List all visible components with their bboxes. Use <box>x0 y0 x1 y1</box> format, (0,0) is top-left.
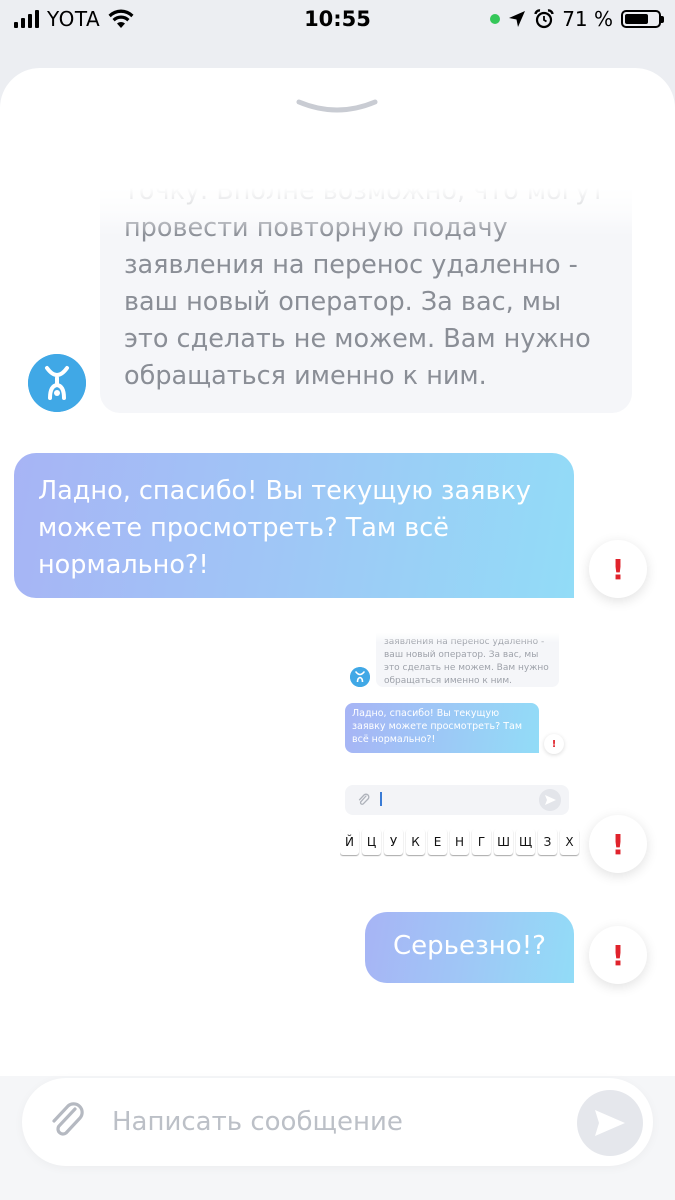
preview-keyboard-key: Щ <box>516 829 535 855</box>
preview-text-cursor <box>380 792 382 806</box>
outgoing-message-bubble: Серьезно!? <box>365 912 574 983</box>
outgoing-image-message[interactable]: заявления на перенос удаленно - ваш новы… <box>340 633 580 878</box>
sheet-handle-chevron-icon[interactable] <box>295 98 379 116</box>
preview-keyboard-key: Ц <box>362 829 381 855</box>
preview-keyboard-key: Х <box>560 829 579 855</box>
preview-keyboard-key: Е <box>428 829 447 855</box>
message-error-icon[interactable]: ! <box>589 540 647 598</box>
location-icon <box>509 11 526 27</box>
bot-avatar-icon <box>28 354 86 412</box>
send-button[interactable] <box>577 1090 643 1156</box>
preview-keyboard-key: Ш <box>494 829 513 855</box>
preview-keyboard-fade <box>340 865 580 878</box>
green-dot-icon <box>490 14 501 24</box>
alarm-icon <box>534 9 554 29</box>
preview-keyboard-key: Н <box>450 829 469 855</box>
preview-keyboard-key: У <box>384 829 403 855</box>
preview-send-icon <box>539 789 561 811</box>
preview-incoming-bubble: заявления на перенос удаленно - ваш новы… <box>376 633 559 687</box>
scroll-fade <box>100 188 632 236</box>
preview-keyboard-key: З <box>538 829 557 855</box>
preview-keyboard-key: Й <box>340 829 359 855</box>
message-input[interactable] <box>112 1094 552 1150</box>
preview-input-field <box>345 785 569 815</box>
chat-sheet: точку. Вполне возможно, что могут провес… <box>0 68 675 1200</box>
message-error-icon[interactable]: ! <box>589 926 647 984</box>
preview-error-icon: ! <box>544 734 564 754</box>
status-bar: YOTA 10:55 71 % <box>0 0 675 40</box>
send-icon <box>595 1110 625 1136</box>
outgoing-message-bubble: Ладно, спасибо! Вы текущую заявку можете… <box>14 453 574 598</box>
status-right: 71 % <box>490 7 664 31</box>
preview-outgoing-bubble: Ладно, спасибо! Вы текущую заявку можете… <box>345 703 539 753</box>
preview-bot-avatar-icon <box>350 667 370 687</box>
incoming-message-bubble: точку. Вполне возможно, что могут провес… <box>100 188 632 413</box>
battery-fill <box>625 14 648 24</box>
preview-paperclip-icon <box>358 793 370 805</box>
preview-keyboard-key: К <box>406 829 425 855</box>
message-error-icon[interactable]: ! <box>589 815 647 873</box>
battery-percent: 71 % <box>562 7 613 31</box>
battery-icon <box>621 10 664 28</box>
message-composer <box>22 1078 653 1166</box>
paperclip-icon[interactable] <box>48 1100 88 1144</box>
preview-keyboard-key: Г <box>472 829 491 855</box>
